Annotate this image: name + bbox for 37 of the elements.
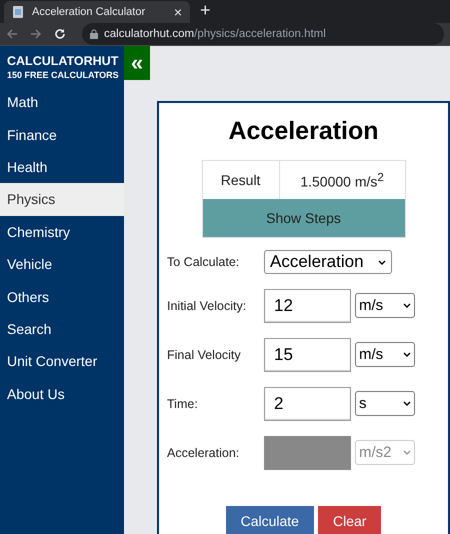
address-bar[interactable]: calculatorhut.com/physics/acceleration.html	[82, 23, 444, 45]
site-logo[interactable]: CALCULATORHUT	[7, 54, 124, 68]
field-label: Acceleration:	[167, 446, 240, 460]
tab-title: Acceleration Calculator	[32, 6, 146, 18]
sidebar-item[interactable]: Physics	[0, 183, 124, 216]
close-tab-button[interactable]: ×	[174, 4, 182, 20]
calculate-button[interactable]: Calculate	[226, 506, 314, 534]
field-label: Final Velocity	[167, 348, 242, 362]
back-icon[interactable]	[6, 28, 18, 40]
chevron-down-icon	[378, 260, 386, 264]
calculator-title: Acceleration	[228, 117, 379, 146]
clear-button[interactable]: Clear	[318, 506, 382, 534]
new-tab-button[interactable]: +	[200, 0, 211, 21]
field-label: Initial Velocity:	[167, 298, 248, 312]
reload-icon[interactable]	[54, 28, 66, 40]
show-steps-button[interactable]: Show Steps	[202, 199, 404, 237]
site-tagline: 150 FREE CALCULATORS	[7, 70, 120, 80]
result-value: 1.50000 m/s$^{2}$	[299, 170, 385, 192]
unit-select[interactable]: s	[355, 391, 415, 416]
browser-tab[interactable]: Acceleration Calculator ×	[4, 1, 190, 23]
calculate-select[interactable]: Acceleration	[264, 250, 392, 274]
url-text: calculatorhut.com/physics/acceleration.html	[104, 28, 326, 40]
input-field[interactable]: 15	[264, 338, 351, 372]
input-field[interactable]: 12	[264, 288, 351, 322]
unit-select[interactable]: m/s	[355, 293, 415, 318]
chevron-down-icon	[403, 303, 411, 308]
chevron-down-icon	[403, 401, 411, 406]
forward-icon[interactable]	[30, 28, 42, 40]
unit-select[interactable]: m/s	[355, 342, 415, 367]
chevron-down-icon	[403, 450, 411, 455]
chevron-down-icon	[403, 352, 411, 357]
input-field[interactable]: 2	[264, 386, 351, 420]
field-label: To Calculate:	[167, 255, 240, 269]
collapse-sidebar-button[interactable]: «	[124, 46, 150, 80]
field-label: Time:	[167, 396, 199, 410]
lock-icon	[90, 29, 98, 39]
page-icon	[12, 5, 24, 19]
